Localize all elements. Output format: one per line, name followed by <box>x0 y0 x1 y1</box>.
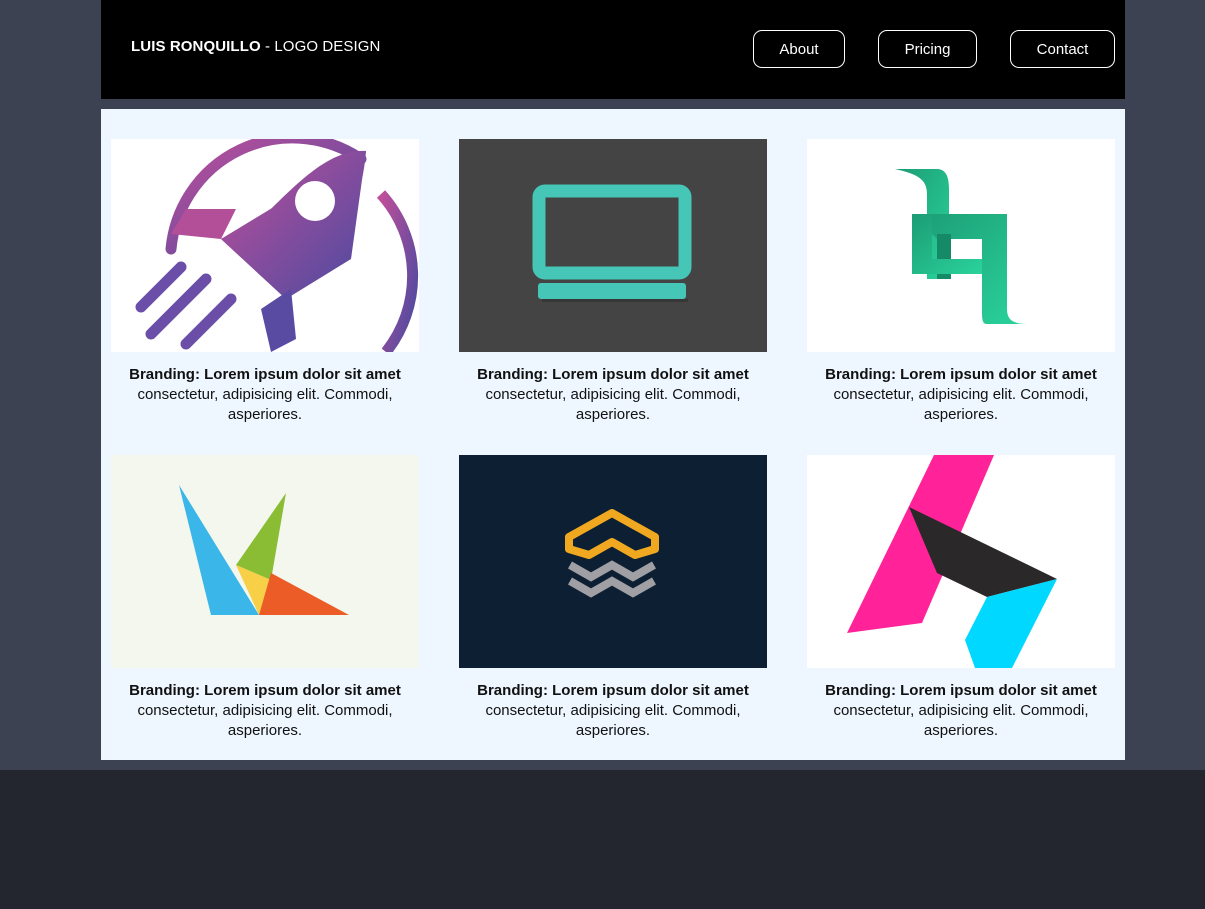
green-q-logo-image <box>807 139 1115 352</box>
card-title: Branding: Lorem ipsum dolor sit amet <box>825 682 1097 699</box>
brand-logo-text[interactable]: LUIS RONQUILLO - LOGO DESIGN <box>131 38 381 55</box>
portfolio-card[interactable]: Branding: Lorem ipsum dolor sit amet con… <box>459 455 767 741</box>
pink-h-logo-image <box>807 455 1115 668</box>
portfolio-card[interactable]: Branding: Lorem ipsum dolor sit amet con… <box>111 455 419 741</box>
card-description: consectetur, adipisicing elit. Commodi, … <box>137 386 393 423</box>
portfolio-card[interactable]: Branding: Lorem ipsum dolor sit amet con… <box>459 139 767 425</box>
nav-pricing-button[interactable]: Pricing <box>878 30 977 68</box>
portfolio-grid: Branding: Lorem ipsum dolor sit amet con… <box>101 109 1125 760</box>
bird-k-logo-image <box>111 455 419 668</box>
rocket-logo-image <box>111 139 419 352</box>
brand-name: LUIS RONQUILLO <box>131 38 261 55</box>
portfolio-card[interactable]: Branding: Lorem ipsum dolor sit amet con… <box>807 139 1115 425</box>
portfolio-card[interactable]: Branding: Lorem ipsum dolor sit amet con… <box>111 139 419 425</box>
site-header: LUIS RONQUILLO - LOGO DESIGN About Prici… <box>101 0 1125 99</box>
card-description: consectetur, adipisicing elit. Commodi, … <box>833 386 1089 423</box>
layers-logo-image <box>459 455 767 668</box>
brand-suffix: - LOGO DESIGN <box>260 38 381 55</box>
card-description: consectetur, adipisicing elit. Commodi, … <box>833 702 1089 739</box>
nav-about-button[interactable]: About <box>753 30 845 68</box>
laptop-logo-image <box>459 139 767 352</box>
card-title: Branding: Lorem ipsum dolor sit amet <box>129 366 401 383</box>
card-description: consectetur, adipisicing elit. Commodi, … <box>485 386 741 423</box>
card-description: consectetur, adipisicing elit. Commodi, … <box>485 702 741 739</box>
card-title: Branding: Lorem ipsum dolor sit amet <box>477 366 749 383</box>
portfolio-card[interactable]: Branding: Lorem ipsum dolor sit amet con… <box>807 455 1115 741</box>
card-title: Branding: Lorem ipsum dolor sit amet <box>825 366 1097 383</box>
card-title: Branding: Lorem ipsum dolor sit amet <box>477 682 749 699</box>
nav-contact-button[interactable]: Contact <box>1010 30 1115 68</box>
card-title: Branding: Lorem ipsum dolor sit amet <box>129 682 401 699</box>
card-description: consectetur, adipisicing elit. Commodi, … <box>137 702 393 739</box>
